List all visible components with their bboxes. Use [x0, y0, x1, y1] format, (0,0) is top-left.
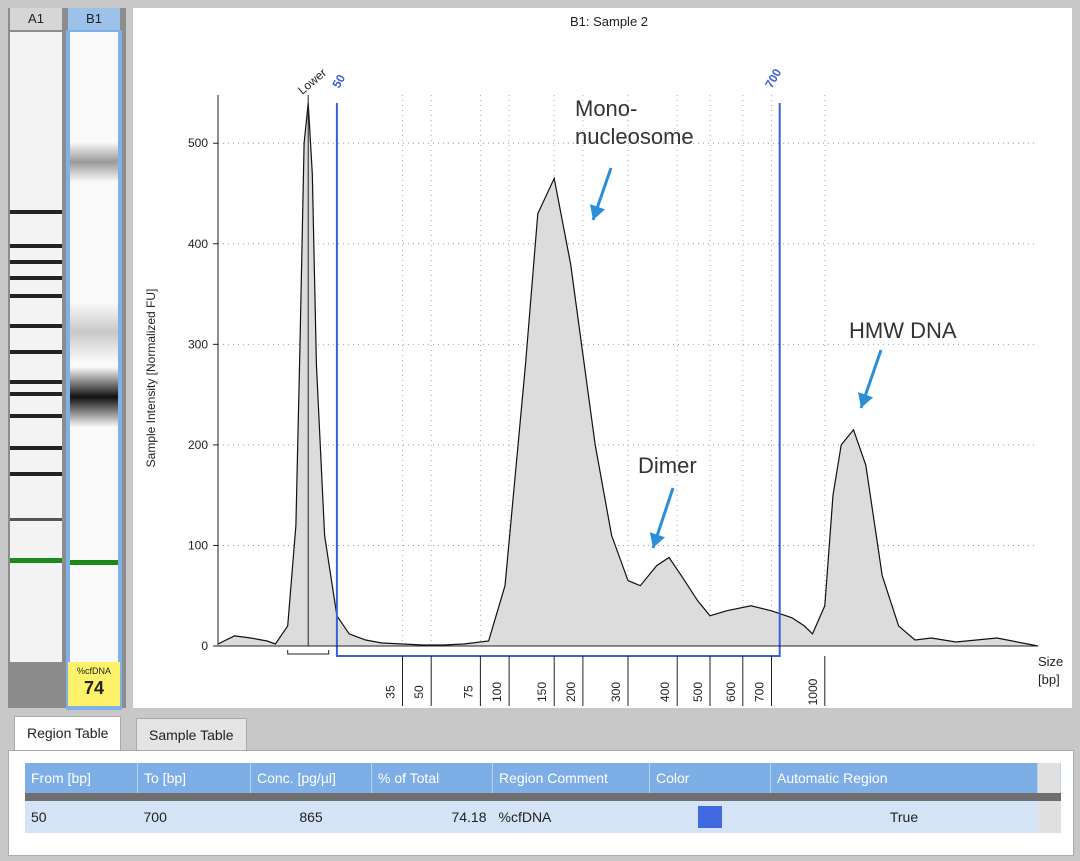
lane-b1-header[interactable]: B1: [68, 8, 120, 30]
col-comment[interactable]: Region Comment: [492, 763, 650, 797]
sample-band: [70, 142, 118, 182]
annotations: Mono-nucleosome Dimer HMW DNA: [575, 96, 957, 549]
x-tick-label: 100: [490, 682, 504, 702]
ladder-band: [10, 260, 62, 264]
ladder-band: [10, 414, 62, 418]
ladder-band: [10, 324, 62, 328]
region-table: From [bp] To [bp] Conc. [pg/µl] % of Tot…: [25, 763, 1061, 833]
annotation-label: HMW DNA: [849, 318, 957, 343]
x-tick-label: 1000: [806, 678, 820, 705]
x-tick-label: 200: [564, 682, 578, 702]
marker-band: [70, 560, 118, 565]
ladder-bands: [10, 210, 62, 563]
grid: [218, 95, 1038, 646]
y-tick-label: 400: [188, 237, 208, 251]
region-end-label: 700: [762, 66, 784, 91]
ladder-band: [10, 518, 62, 521]
chart-title: B1: Sample 2: [570, 14, 648, 29]
cell-from[interactable]: 50: [25, 793, 138, 833]
x-tick-label: 300: [609, 682, 623, 702]
x-tick-label: 400: [658, 682, 672, 702]
tab-strip: Region Table Sample Table: [8, 712, 1072, 753]
annotation-label: Dimer: [638, 453, 697, 478]
ladder-band: [10, 350, 62, 354]
ladder-band: [10, 294, 62, 298]
ladder-band: [10, 472, 62, 476]
table-header-row: From [bp] To [bp] Conc. [pg/µl] % of Tot…: [25, 763, 1061, 797]
scroll-header: [1037, 763, 1061, 797]
cfdna-badge-label: %cfDNA: [76, 666, 111, 676]
col-to[interactable]: To [bp]: [137, 763, 251, 797]
x-tick-label: 150: [535, 682, 549, 702]
col-from[interactable]: From [bp]: [25, 763, 138, 797]
ladder-band: [10, 244, 62, 248]
region-start-label: 50: [329, 72, 348, 91]
trace-line: [217, 102, 1039, 647]
ladder-band: [10, 210, 62, 214]
annotation-label: nucleosome: [575, 124, 694, 149]
y-axis: 0 100 200 300 400 500: [188, 95, 219, 653]
ladder-band: [10, 446, 62, 450]
cell-pct[interactable]: 74.18: [371, 793, 493, 833]
cell-auto[interactable]: True: [770, 793, 1038, 833]
cfdna-badge: %cfDNA 74: [68, 662, 120, 706]
col-color[interactable]: Color: [649, 763, 771, 797]
tab-sample-table[interactable]: Sample Table: [136, 718, 247, 751]
region-table-panel: From [bp] To [bp] Conc. [pg/µl] % of Tot…: [8, 750, 1074, 856]
col-conc[interactable]: Conc. [pg/µl]: [250, 763, 372, 797]
trace-area: [218, 103, 1038, 646]
gel-panel: A1 B1 %cfDNA 74: [8, 8, 126, 710]
table-scrollbar[interactable]: [1037, 793, 1061, 833]
x-axis-label: [bp]: [1038, 672, 1060, 687]
x-tick-label: 600: [724, 682, 738, 702]
tab-region-table[interactable]: Region Table: [14, 716, 122, 753]
lower-marker-bracket: [287, 650, 330, 655]
cell-conc[interactable]: 865: [250, 793, 372, 833]
y-tick-label: 100: [188, 538, 208, 552]
y-tick-label: 500: [188, 136, 208, 150]
electropherogram-panel[interactable]: B1: Sample 2 Sample Intensity [Normalize…: [133, 8, 1072, 708]
electropherogram-chart: B1: Sample 2 Sample Intensity [Normalize…: [144, 14, 1063, 706]
sample-band: [70, 367, 118, 427]
y-tick-label: 0: [201, 639, 208, 653]
x-tick-label: 50: [412, 685, 426, 699]
y-axis-label: Sample Intensity [Normalized FU]: [144, 289, 158, 468]
ladder-band: [10, 392, 62, 396]
sample-bands: [70, 142, 118, 565]
ladder-band: [10, 380, 62, 384]
lower-marker-label: Lower: [295, 66, 329, 98]
x-axis-label: Size: [1038, 654, 1063, 669]
x-tick-label: 500: [691, 682, 705, 702]
cell-to[interactable]: 700: [137, 793, 251, 833]
lane-a1[interactable]: [10, 32, 62, 662]
color-swatch[interactable]: [698, 806, 722, 828]
cfdna-badge-value: 74: [83, 678, 105, 698]
lane-a1-header[interactable]: A1: [10, 8, 62, 30]
y-tick-label: 300: [188, 337, 208, 351]
cell-color[interactable]: [649, 793, 771, 833]
annotation-label: Mono-: [575, 96, 637, 121]
marker-band: [10, 558, 62, 563]
x-tick-label: 35: [384, 685, 398, 699]
sample-band: [70, 302, 118, 362]
col-pct[interactable]: % of Total: [371, 763, 493, 797]
x-tick-label: 75: [461, 685, 475, 699]
x-tick-label: 700: [753, 682, 767, 702]
table-row[interactable]: 50 700 865 74.18 %cfDNA True: [25, 793, 1061, 833]
y-tick-label: 200: [188, 438, 208, 452]
cell-comment[interactable]: %cfDNA: [492, 793, 650, 833]
ladder-band: [10, 276, 62, 280]
col-auto[interactable]: Automatic Region: [770, 763, 1038, 797]
lane-b1[interactable]: [66, 30, 122, 710]
